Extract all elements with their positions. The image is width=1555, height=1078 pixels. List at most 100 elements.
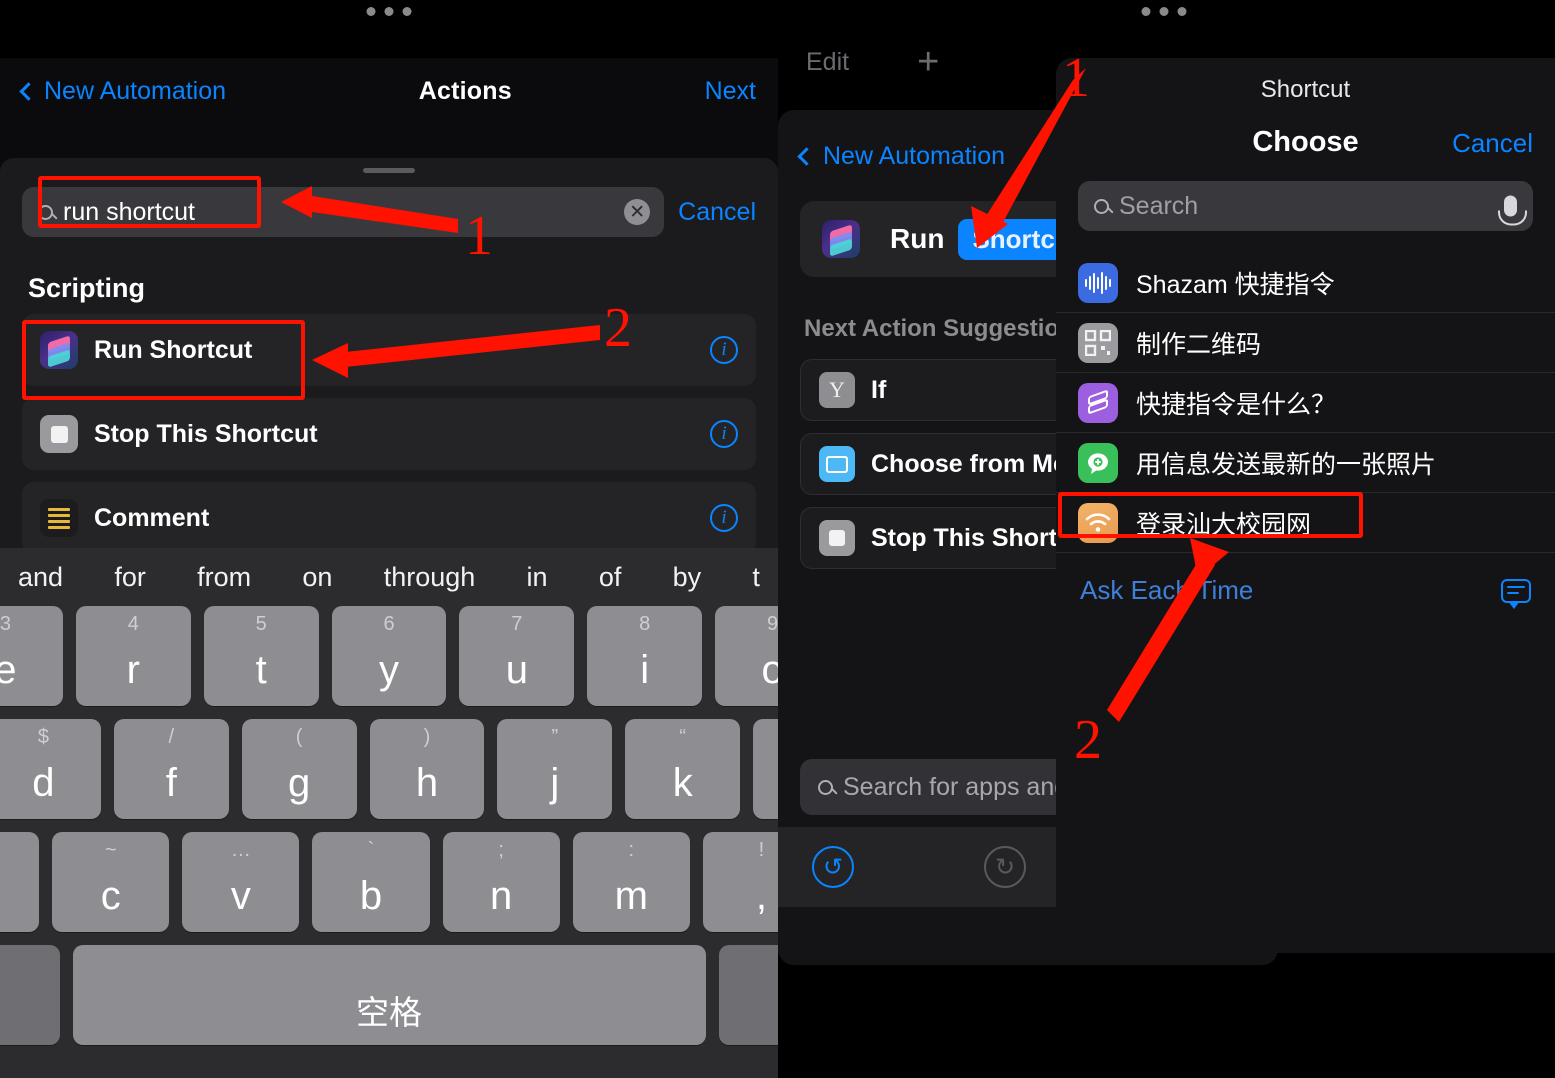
- prediction-item[interactable]: t: [752, 562, 760, 593]
- action-row-run-shortcut[interactable]: Run Shortcut i: [22, 314, 756, 386]
- key-u[interactable]: 7u: [459, 606, 575, 706]
- prediction-item[interactable]: of: [599, 562, 622, 593]
- info-icon[interactable]: i: [710, 336, 738, 364]
- key-label: o: [761, 648, 778, 692]
- shortcut-chooser-popover: Shortcut Choose Cancel Search Shazam 快捷指…: [1056, 58, 1555, 953]
- key-alt: $: [37, 726, 49, 748]
- key-h[interactable]: ) h: [369, 719, 485, 819]
- key-d[interactable]: $ d: [0, 719, 101, 819]
- run-label: Run: [890, 223, 945, 254]
- key-space[interactable]: 空格: [72, 945, 706, 1045]
- handle-dot: [384, 7, 394, 16]
- cancel-search-button[interactable]: Cancel: [678, 198, 762, 227]
- key-label: g: [288, 761, 311, 805]
- prediction-item[interactable]: from: [197, 562, 251, 593]
- prediction-item[interactable]: through: [384, 562, 476, 593]
- prediction-item[interactable]: on: [302, 562, 332, 593]
- back-to-new-automation-button[interactable]: New Automation: [19, 77, 226, 106]
- wifi-icon: [1078, 502, 1118, 543]
- section-title-scripting: Scripting: [28, 273, 146, 303]
- redo-icon[interactable]: ↻: [984, 846, 1026, 888]
- key-f[interactable]: / f: [113, 719, 229, 819]
- key-comma[interactable]: !,: [702, 832, 778, 932]
- key-alt: (: [295, 726, 303, 748]
- search-input[interactable]: run shortcut ✕: [22, 187, 665, 237]
- key-e[interactable]: 3e: [0, 606, 63, 706]
- popover-title: Shortcut: [1260, 76, 1351, 103]
- suggestion-label: If: [871, 375, 887, 404]
- info-icon[interactable]: i: [710, 420, 738, 448]
- action-row-stop-this-shortcut[interactable]: Stop This Shortcut i: [22, 398, 756, 470]
- key-n[interactable]: ; n: [442, 832, 560, 932]
- key-alt: !: [758, 839, 765, 861]
- info-icon[interactable]: i: [710, 504, 738, 532]
- handle-dot: [402, 7, 412, 16]
- key-alt: ): [423, 726, 431, 748]
- shortcuts-icon: [40, 331, 78, 369]
- ask-each-time-label: Ask Each Time: [1080, 575, 1254, 605]
- prediction-item[interactable]: by: [673, 562, 702, 593]
- shortcut-row-shazam[interactable]: Shazam 快捷指令: [1056, 253, 1555, 313]
- ask-each-time-row[interactable]: Ask Each Time: [1056, 553, 1555, 609]
- key-l[interactable]: ”l: [753, 719, 778, 819]
- chevron-left-icon: [19, 81, 38, 101]
- shortcut-row-what-is-shortcuts[interactable]: 快捷指令是什么？: [1056, 373, 1555, 433]
- handle-dot: [1159, 7, 1169, 16]
- shortcut-row-campus-wifi-login[interactable]: 登录汕大校园网: [1056, 493, 1555, 553]
- key-alt: 3: [0, 613, 11, 635]
- key-alt: /: [168, 726, 175, 748]
- page-title: Actions: [418, 76, 512, 105]
- key-modifier-right[interactable]: [718, 945, 778, 1045]
- prediction-item[interactable]: in: [527, 562, 548, 593]
- key-modifier-left[interactable]: [0, 945, 60, 1045]
- key-k[interactable]: “k: [625, 719, 741, 819]
- key-b[interactable]: ` b: [312, 832, 430, 932]
- shortcut-label: 用信息发送最新的一张照片: [1136, 450, 1437, 479]
- action-label: Run Shortcut: [94, 335, 253, 364]
- search-icon: [818, 779, 833, 795]
- prediction-item[interactable]: and: [18, 562, 63, 593]
- key-r[interactable]: 4r: [75, 606, 191, 706]
- microphone-icon[interactable]: [1498, 195, 1527, 226]
- shortcuts-list: Shazam 快捷指令 制作二维码 快捷指令是什么？ 用信息发送最新的一张照片 …: [1056, 253, 1555, 553]
- key-c[interactable]: ~ c: [52, 832, 170, 932]
- key-alt: 6: [383, 613, 395, 635]
- undo-icon[interactable]: ↺: [812, 846, 854, 888]
- key-i[interactable]: 8i: [587, 606, 703, 706]
- shortcut-row-send-latest-photo[interactable]: 用信息发送最新的一张照片: [1056, 433, 1555, 493]
- key-label: c: [100, 874, 121, 918]
- key-m[interactable]: :m: [572, 832, 690, 932]
- key-t[interactable]: 5t: [203, 606, 319, 706]
- if-icon: Y: [819, 372, 855, 408]
- key-v[interactable]: … v: [182, 832, 300, 932]
- add-icon[interactable]: +: [917, 43, 939, 81]
- cancel-button[interactable]: Cancel: [1452, 128, 1533, 159]
- key-o[interactable]: 9o: [715, 606, 778, 706]
- edit-button[interactable]: Edit: [806, 48, 849, 77]
- key-y[interactable]: 6y: [331, 606, 447, 706]
- search-icon: [1094, 198, 1109, 214]
- key-alt: 7: [511, 613, 523, 635]
- key-j[interactable]: ” j: [497, 719, 613, 819]
- clear-search-button[interactable]: ✕: [624, 199, 651, 225]
- chevron-left-icon: [797, 147, 816, 166]
- action-row-comment[interactable]: Comment i: [22, 482, 756, 554]
- comment-icon: [40, 499, 78, 537]
- key-alt: ;: [498, 839, 504, 861]
- key-label: f: [165, 761, 177, 805]
- key-label: u: [505, 648, 528, 692]
- key-alt: ”: [551, 726, 559, 748]
- key-g[interactable]: (g: [241, 719, 357, 819]
- key-rows: 3e 4r 5t 6y 7u 8i 9o $d /f (g )h ”j “k ”…: [0, 606, 778, 1045]
- key-alt: `: [367, 839, 375, 861]
- key-row-3: x ~c …v `b ;n :m !,: [0, 832, 778, 932]
- next-button[interactable]: Next: [705, 77, 756, 106]
- prediction-item[interactable]: for: [114, 562, 146, 593]
- key-x[interactable]: x: [0, 832, 40, 932]
- popover-search-input[interactable]: Search: [1078, 181, 1533, 231]
- message-icon[interactable]: [1501, 578, 1531, 609]
- key-label: y: [379, 648, 399, 692]
- shortcut-row-make-qr-code[interactable]: 制作二维码: [1056, 313, 1555, 373]
- key-label: t: [255, 648, 267, 692]
- prediction-bar: and for from on through in of by t: [0, 548, 778, 606]
